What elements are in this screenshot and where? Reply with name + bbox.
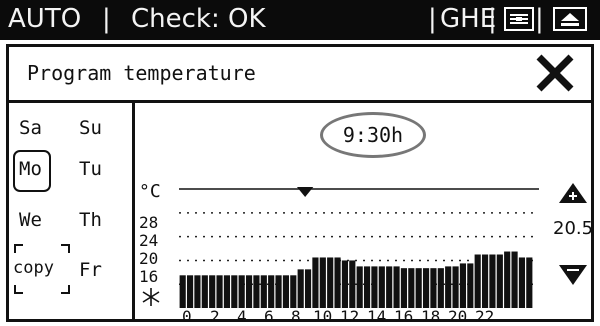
eject-icon[interactable] [553, 7, 587, 31]
chart-bar [511, 251, 518, 308]
separator: | [488, 4, 497, 34]
day-sa[interactable]: Sa [19, 117, 42, 139]
chart-bar [216, 275, 223, 308]
x-tick: 18 [421, 307, 441, 326]
chart-bar [371, 266, 378, 308]
chart-bar [312, 257, 319, 308]
chart-bar [489, 254, 496, 308]
time-value: 9:30h [342, 123, 404, 147]
day-th[interactable]: Th [79, 209, 102, 231]
day-tu[interactable]: Tu [79, 158, 102, 180]
decrease-icon[interactable] [557, 263, 589, 287]
separator: | [535, 4, 544, 34]
program-temperature-dialog: Program temperature Sa Su Mo Tu We Th co… [6, 44, 594, 325]
status-bar: AUTO | Check: OK | GHE | | [0, 0, 600, 40]
chart-bar [201, 275, 208, 308]
chart-bar [430, 268, 437, 308]
day-mo[interactable]: Mo [19, 158, 42, 180]
copy-button[interactable]: copy [13, 258, 54, 278]
chart-bar [356, 266, 363, 308]
chart-bar [408, 268, 415, 308]
chart-bar [349, 260, 356, 308]
chart-bar [282, 275, 290, 308]
chart-bar [319, 257, 326, 308]
program-area: 9:30h °C 28 24 20 16 0 2 4 6 8 10 12 14 … [135, 103, 593, 325]
chart-bar [186, 275, 194, 308]
chart-bar [341, 260, 349, 308]
chart-bar [452, 266, 459, 308]
chart-bar [209, 275, 216, 308]
separator: | [102, 4, 111, 34]
time-cursor-marker [296, 187, 314, 197]
x-tick: 2 [210, 307, 220, 326]
menu-icon-glyph [510, 14, 528, 24]
close-icon[interactable] [533, 51, 577, 95]
chart-bar [179, 275, 186, 308]
chart-plot[interactable] [135, 187, 555, 309]
chart-bar [194, 275, 201, 308]
chart-bar [445, 266, 452, 308]
day-selector: Sa Su Mo Tu We Th copy Fr [9, 103, 135, 319]
x-tick: 20 [448, 307, 468, 326]
dialog-title: Program temperature [27, 61, 256, 85]
chart-bar [459, 263, 467, 308]
chart-bar [386, 266, 393, 308]
chart-bar [422, 268, 430, 308]
increase-icon[interactable] [557, 181, 589, 205]
x-tick: 4 [237, 307, 247, 326]
chart-bar [393, 266, 400, 308]
day-we[interactable]: We [19, 209, 42, 231]
chart-bar [260, 275, 267, 308]
x-tick: 12 [340, 307, 360, 326]
chart-bar [290, 275, 297, 308]
chart-bar [437, 268, 444, 308]
chart-bar [268, 275, 275, 308]
eject-icon-glyph [561, 13, 579, 26]
day-su[interactable]: Su [79, 117, 102, 139]
chart-bar [334, 257, 341, 308]
setpoint-value: 20.5 [553, 218, 594, 239]
x-tick: 0 [182, 307, 192, 326]
temperature-chart: °C 28 24 20 16 0 2 4 6 8 10 12 14 16 18 [135, 181, 555, 325]
chart-bar [518, 257, 526, 308]
x-tick: 10 [313, 307, 333, 326]
separator: | [428, 4, 437, 34]
chart-bar [238, 275, 245, 308]
menu-icon[interactable] [504, 7, 534, 31]
chart-bar [504, 251, 511, 308]
chart-bar [275, 275, 282, 308]
x-tick: 8 [291, 307, 301, 326]
chart-bar [231, 275, 238, 308]
x-tick: 14 [367, 307, 387, 326]
chart-bar [297, 269, 304, 308]
chart-bar [253, 275, 260, 308]
dialog-header: Program temperature [9, 47, 591, 103]
chart-bar [363, 266, 371, 308]
chart-bar [327, 257, 334, 308]
x-tick: 16 [394, 307, 414, 326]
chart-bar [496, 254, 503, 308]
chart-bar [378, 266, 385, 308]
chart-bar [467, 263, 474, 308]
x-tick: 6 [264, 307, 274, 326]
chart-bar [415, 268, 422, 308]
check-status: Check: OK [131, 4, 266, 34]
chart-bar [400, 268, 408, 308]
setpoint-controls: 20.5 [545, 103, 595, 319]
chart-bar [304, 269, 312, 308]
chart-bar [474, 254, 481, 308]
chart-bar [481, 254, 489, 308]
chart-bar [526, 257, 533, 308]
time-display: 9:30h [320, 112, 426, 158]
day-fr[interactable]: Fr [79, 259, 102, 281]
chart-bar [223, 275, 231, 308]
mode-label: AUTO [8, 4, 82, 34]
chart-bar [245, 275, 253, 308]
x-tick: 22 [475, 307, 495, 326]
